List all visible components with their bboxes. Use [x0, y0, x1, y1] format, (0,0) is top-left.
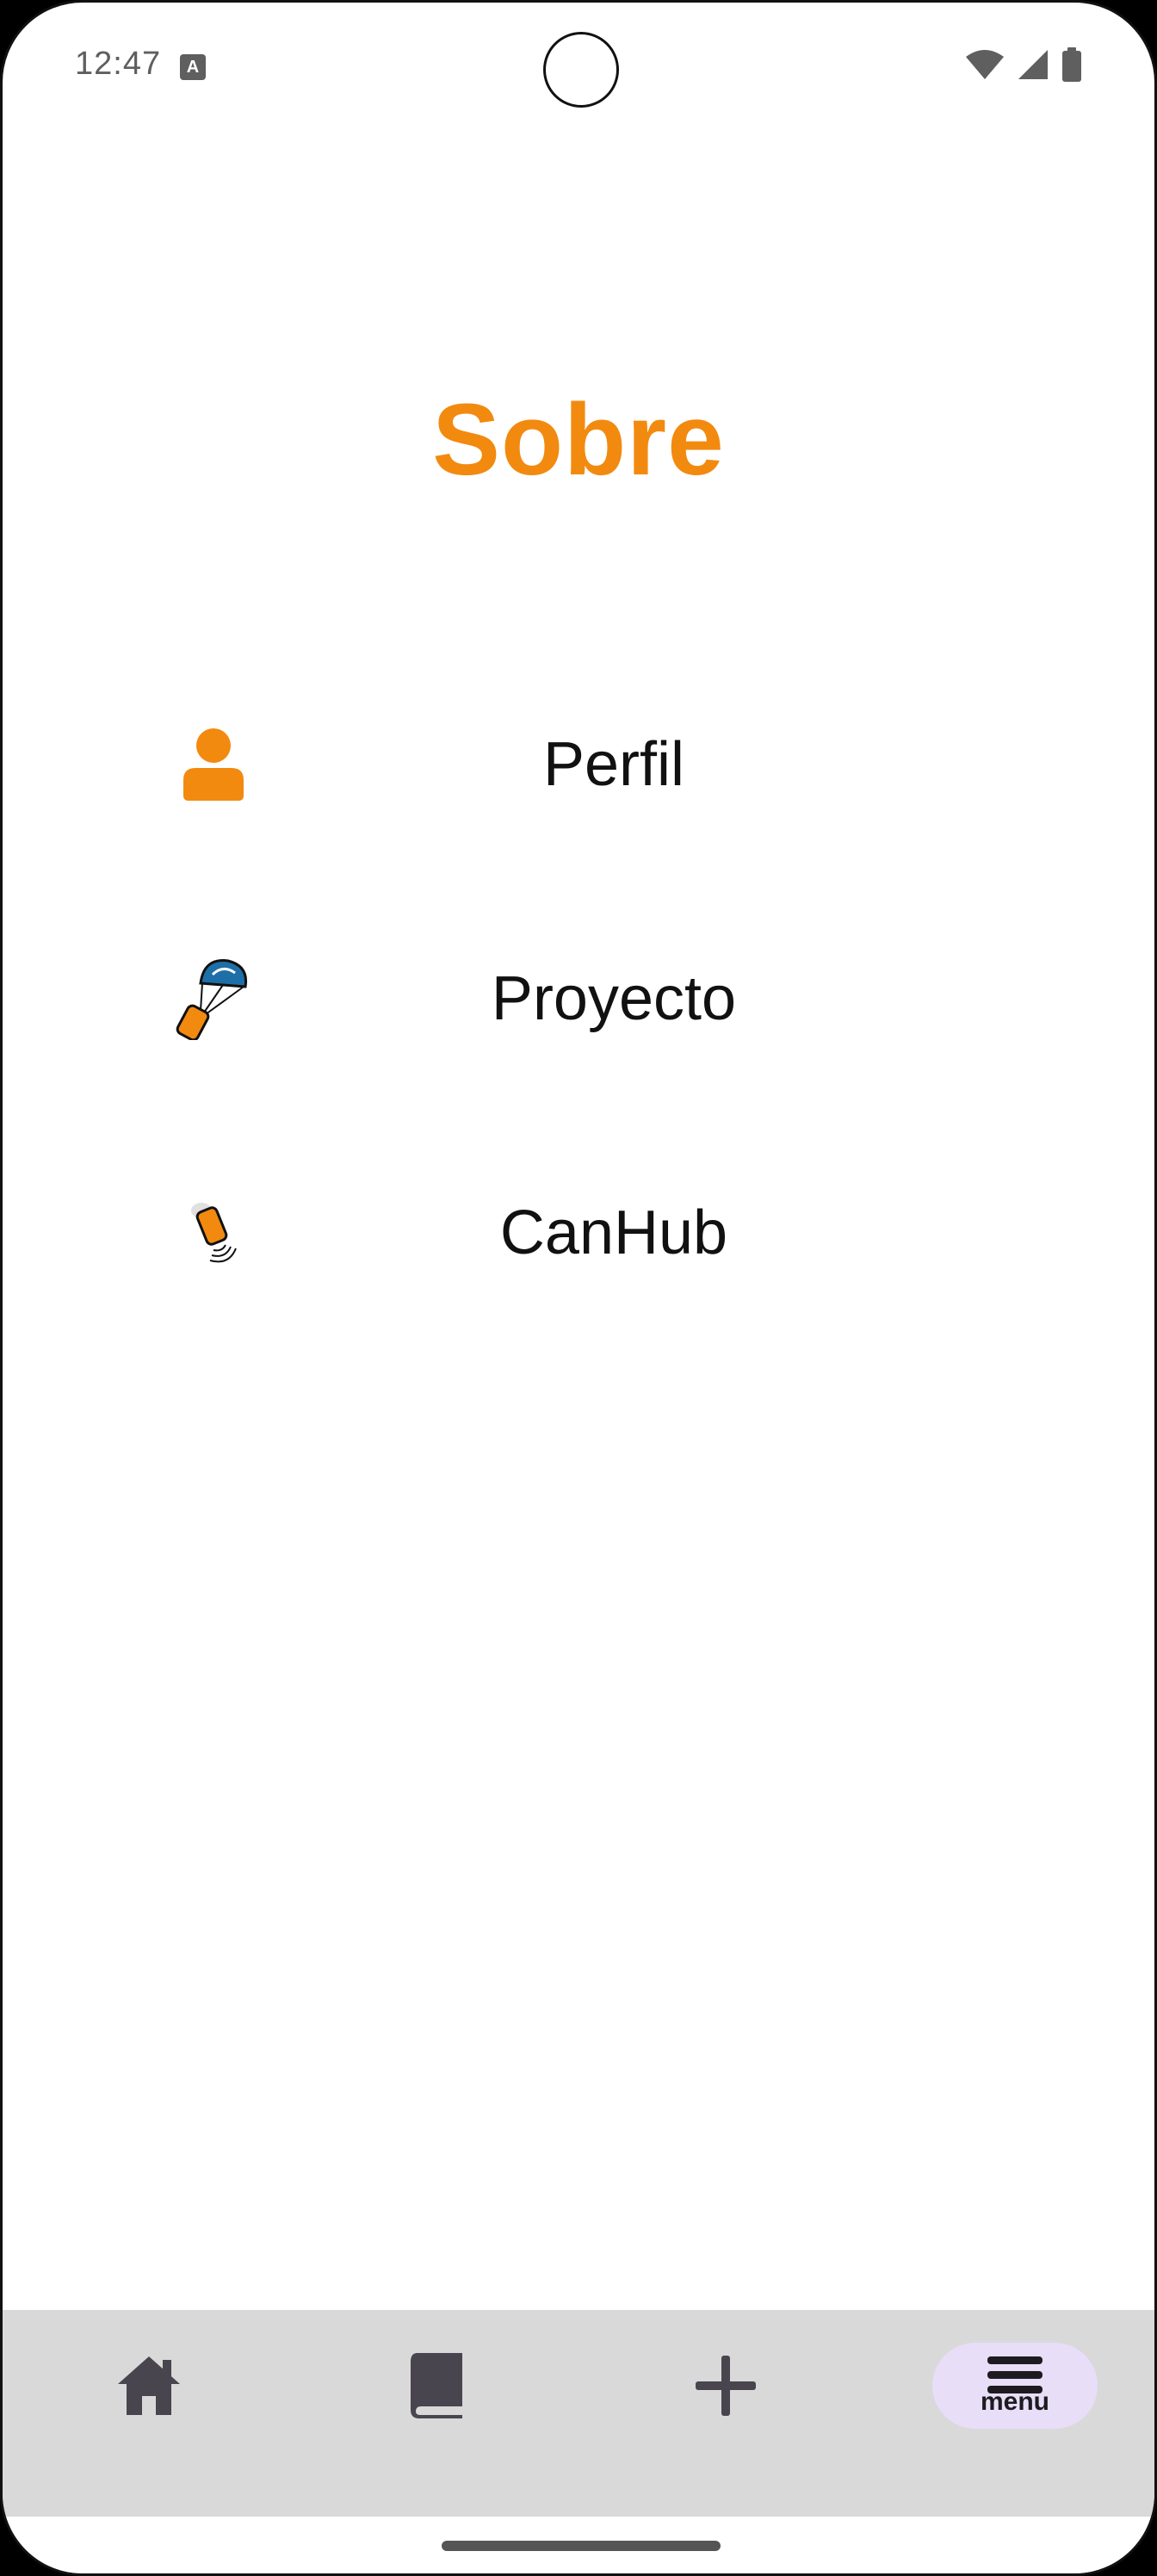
battery-icon: [1062, 47, 1081, 82]
home-indicator[interactable]: [442, 2541, 721, 2551]
status-bar: 12:47 A: [3, 3, 1154, 132]
notification-icon: A: [180, 54, 206, 80]
menu-item-label: Perfil: [542, 730, 685, 799]
signal-icon: [1018, 50, 1048, 79]
nav-home-button[interactable]: [106, 2343, 192, 2429]
camera-cutout: [543, 32, 619, 108]
status-time: 12:47: [75, 46, 162, 82]
nav-book-button[interactable]: [394, 2343, 480, 2429]
menu-item-perfil[interactable]: Perfil: [166, 691, 993, 838]
status-icons: [965, 47, 1082, 82]
wifi-icon: [966, 50, 1004, 79]
nav-menu-button[interactable]: menu: [932, 2343, 1098, 2429]
nav-menu-label: menu: [980, 2387, 1049, 2416]
home-icon: [118, 2356, 180, 2415]
bottom-navigation: menu: [3, 2310, 1154, 2517]
menu-item-proyecto[interactable]: Proyecto: [166, 926, 993, 1072]
plus-icon: [696, 2356, 756, 2416]
menu-item-label: CanHub: [499, 1198, 728, 1267]
screen: 12:47 A Sobre Perfil Proyecto CanHub men…: [0, 0, 1157, 2576]
menu-item-label: Proyecto: [491, 964, 737, 1033]
page-title: Sobre: [432, 383, 725, 497]
book-icon: [411, 2353, 462, 2418]
nav-add-button[interactable]: [683, 2343, 769, 2429]
menu-item-canhub[interactable]: CanHub: [166, 1160, 993, 1306]
